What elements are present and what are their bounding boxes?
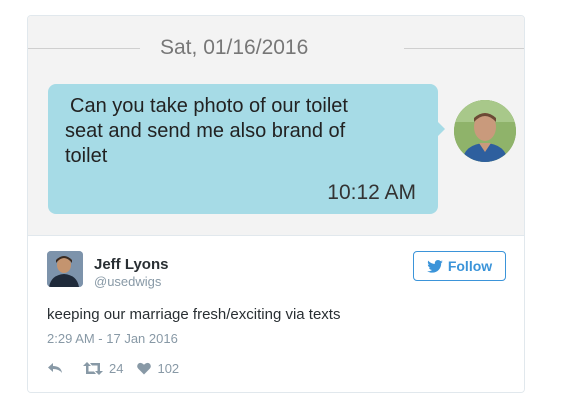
message-date: Sat, 01/16/2016 bbox=[160, 36, 309, 59]
date-divider: Sat, 01/16/2016 bbox=[28, 34, 524, 64]
text-message-screenshot: Sat, 01/16/2016 Can you take photo of ou… bbox=[28, 16, 524, 235]
reply-button[interactable] bbox=[47, 362, 63, 374]
author-handle[interactable]: @usedwigs bbox=[94, 274, 161, 289]
tweet-text: keeping our marriage fresh/exciting via … bbox=[47, 306, 341, 323]
message-line: seat and send me also brand of bbox=[65, 120, 346, 142]
retweet-count: 24 bbox=[109, 360, 124, 376]
retweet-button[interactable]: 24 bbox=[83, 361, 123, 376]
embedded-tweet-card: Sat, 01/16/2016 Can you take photo of ou… bbox=[27, 15, 525, 393]
message-line: toilet bbox=[65, 145, 108, 167]
divider-line-right bbox=[404, 48, 524, 49]
message-line: Can you take photo of our toilet bbox=[70, 95, 348, 117]
retweet-icon bbox=[83, 361, 103, 375]
like-count: 102 bbox=[157, 360, 180, 376]
author-name[interactable]: Jeff Lyons bbox=[94, 256, 168, 273]
message-bubble-tail bbox=[436, 120, 445, 138]
tweet: Jeff Lyons @usedwigs Follow keeping our … bbox=[28, 235, 524, 392]
sender-avatar bbox=[454, 100, 516, 162]
message-bubble: Can you take photo of our toilet seat an… bbox=[48, 84, 438, 214]
tweet-timestamp[interactable]: 2:29 AM - 17 Jan 2016 bbox=[47, 331, 178, 346]
follow-button-label: Follow bbox=[447, 258, 493, 274]
like-button[interactable]: 102 bbox=[137, 361, 179, 376]
twitter-bird-icon bbox=[427, 259, 443, 273]
message-time: 10:12 AM bbox=[327, 181, 416, 204]
author-avatar[interactable] bbox=[47, 251, 83, 287]
tweet-actions: 24 102 bbox=[47, 359, 179, 377]
message-text: Can you take photo of our toilet seat an… bbox=[65, 94, 415, 169]
divider-line-left bbox=[28, 48, 140, 49]
follow-button[interactable]: Follow bbox=[413, 251, 506, 281]
heart-icon bbox=[137, 362, 152, 374]
reply-icon bbox=[48, 363, 62, 373]
